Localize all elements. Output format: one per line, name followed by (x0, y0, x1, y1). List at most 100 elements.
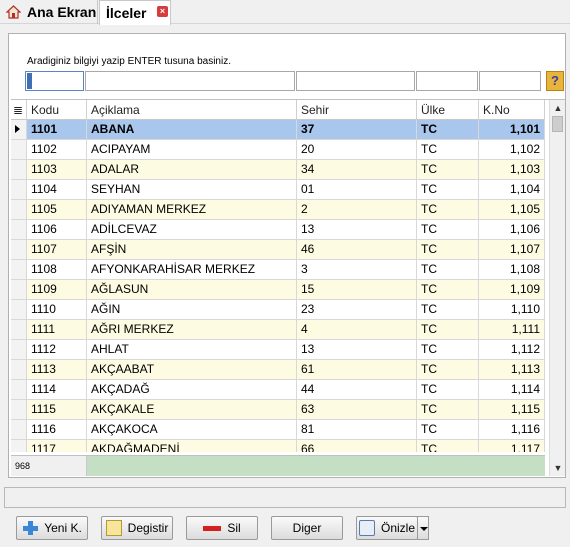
column-chooser-icon[interactable]: ≣ (11, 100, 27, 120)
column-header-sehir[interactable]: Sehir (297, 100, 417, 120)
cell-sehir: 44 (297, 380, 417, 399)
close-icon[interactable]: × (157, 6, 168, 17)
cell-ulke: TC (417, 240, 479, 259)
table-row[interactable]: 1102 ACIPAYAM 20 TC 1,102 (11, 140, 545, 160)
vertical-scrollbar[interactable]: ▲ ▼ (549, 100, 565, 476)
cell-kodu: 1114 (27, 380, 87, 399)
row-indicator[interactable] (11, 260, 27, 279)
cell-aciklama: ADALAR (87, 160, 297, 179)
row-indicator[interactable] (11, 320, 27, 339)
data-grid: ≣ Kodu Açiklama Sehir Ülke K.No 1101 ABAN… (11, 99, 565, 477)
other-label: Diger (292, 521, 322, 535)
row-indicator[interactable] (11, 120, 27, 139)
scroll-down-icon[interactable]: ▼ (550, 460, 566, 476)
cell-sehir: 15 (297, 280, 417, 299)
new-record-button[interactable]: Yeni K. (16, 516, 88, 540)
cell-aciklama: AFYONKARAHİSAR MERKEZ (87, 260, 297, 279)
filter-sehir-input[interactable] (296, 71, 415, 91)
row-indicator[interactable] (11, 200, 27, 219)
cell-sehir: 23 (297, 300, 417, 319)
row-indicator[interactable] (11, 300, 27, 319)
cell-aciklama: SEYHAN (87, 180, 297, 199)
filter-kodu-input[interactable] (25, 71, 84, 91)
table-row[interactable]: 1110 AĞIN 23 TC 1,110 (11, 300, 545, 320)
cell-kno: 1,102 (479, 140, 545, 159)
table-row[interactable]: 1112 AHLAT 13 TC 1,112 (11, 340, 545, 360)
cell-kno: 1,103 (479, 160, 545, 179)
table-row[interactable]: 1107 AFŞİN 46 TC 1,107 (11, 240, 545, 260)
cell-aciklama: AKÇAABAT (87, 360, 297, 379)
column-header-kodu[interactable]: Kodu (27, 100, 87, 120)
filter-ulke-input[interactable] (416, 71, 478, 91)
table-row[interactable]: 1114 AKÇADAĞ 44 TC 1,114 (11, 380, 545, 400)
filter-settings-icon[interactable]: ? (546, 71, 564, 91)
new-record-label: Yeni K. (44, 521, 82, 535)
cell-kno: 1,111 (479, 320, 545, 339)
scroll-thumb[interactable] (552, 116, 563, 132)
row-indicator[interactable] (11, 340, 27, 359)
cell-aciklama: ABANA (87, 120, 297, 139)
cell-kodu: 1101 (27, 120, 87, 139)
cell-kodu: 1103 (27, 160, 87, 179)
table-row[interactable]: 1101 ABANA 37 TC 1,101 (11, 120, 545, 140)
table-row[interactable]: 1106 ADİLCEVAZ 13 TC 1,106 (11, 220, 545, 240)
cell-kodu: 1106 (27, 220, 87, 239)
filter-aciklama-input[interactable] (85, 71, 295, 91)
preview-button[interactable]: Önizle (356, 516, 418, 540)
tab-home[interactable]: Ana Ekran (0, 0, 98, 24)
table-row[interactable]: 1116 AKÇAKOCA 81 TC 1,116 (11, 420, 545, 440)
cell-aciklama: AHLAT (87, 340, 297, 359)
table-row[interactable]: 1108 AFYONKARAHİSAR MERKEZ 3 TC 1,108 (11, 260, 545, 280)
footer-summary (87, 456, 545, 476)
cell-kno: 1,114 (479, 380, 545, 399)
cell-sehir: 13 (297, 220, 417, 239)
cell-ulke: TC (417, 300, 479, 319)
row-indicator[interactable] (11, 140, 27, 159)
tab-bar: Ana Ekran İlceler × (0, 0, 570, 25)
table-row[interactable]: 1113 AKÇAABAT 61 TC 1,113 (11, 360, 545, 380)
cell-sehir: 46 (297, 240, 417, 259)
cell-ulke: TC (417, 220, 479, 239)
cell-sehir: 13 (297, 340, 417, 359)
row-indicator[interactable] (11, 160, 27, 179)
other-button[interactable]: Diger (271, 516, 343, 540)
row-indicator[interactable] (11, 240, 27, 259)
row-indicator[interactable] (11, 360, 27, 379)
filter-kno-input[interactable] (479, 71, 541, 91)
delete-button[interactable]: Sil (186, 516, 258, 540)
cell-ulke: TC (417, 320, 479, 339)
row-indicator[interactable] (11, 440, 27, 452)
edit-button[interactable]: Degistir (101, 516, 173, 540)
cell-sehir: 63 (297, 400, 417, 419)
table-row[interactable]: 1109 AĞLASUN 15 TC 1,109 (11, 280, 545, 300)
tab-ilceler[interactable]: İlceler × (99, 0, 171, 25)
table-row[interactable]: 1104 SEYHAN 01 TC 1,104 (11, 180, 545, 200)
table-row[interactable]: 1117 AKDAĞMADENİ 66 TC 1,117 (11, 440, 545, 452)
table-row[interactable]: 1111 AĞRI MERKEZ 4 TC 1,111 (11, 320, 545, 340)
cell-sehir: 81 (297, 420, 417, 439)
column-header-aciklama[interactable]: Açiklama (87, 100, 297, 120)
table-row[interactable]: 1115 AKÇAKALE 63 TC 1,115 (11, 400, 545, 420)
cell-aciklama: ADIYAMAN MERKEZ (87, 200, 297, 219)
cell-kno: 1,107 (479, 240, 545, 259)
cell-kodu: 1104 (27, 180, 87, 199)
cell-kodu: 1112 (27, 340, 87, 359)
row-indicator[interactable] (11, 420, 27, 439)
row-indicator[interactable] (11, 400, 27, 419)
row-indicator[interactable] (11, 220, 27, 239)
preview-dropdown-icon[interactable] (417, 516, 429, 540)
row-indicator[interactable] (11, 280, 27, 299)
column-header-ulke[interactable]: Ülke (417, 100, 479, 120)
row-indicator[interactable] (11, 180, 27, 199)
cell-aciklama: AKÇAKOCA (87, 420, 297, 439)
table-row[interactable]: 1103 ADALAR 34 TC 1,103 (11, 160, 545, 180)
scroll-up-icon[interactable]: ▲ (550, 100, 566, 116)
row-indicator[interactable] (11, 380, 27, 399)
cell-ulke: TC (417, 200, 479, 219)
table-row[interactable]: 1105 ADIYAMAN MERKEZ 2 TC 1,105 (11, 200, 545, 220)
home-icon (5, 5, 22, 19)
column-header-kno[interactable]: K.No (479, 100, 545, 120)
cell-sehir: 20 (297, 140, 417, 159)
cell-kno: 1,113 (479, 360, 545, 379)
cell-sehir: 61 (297, 360, 417, 379)
